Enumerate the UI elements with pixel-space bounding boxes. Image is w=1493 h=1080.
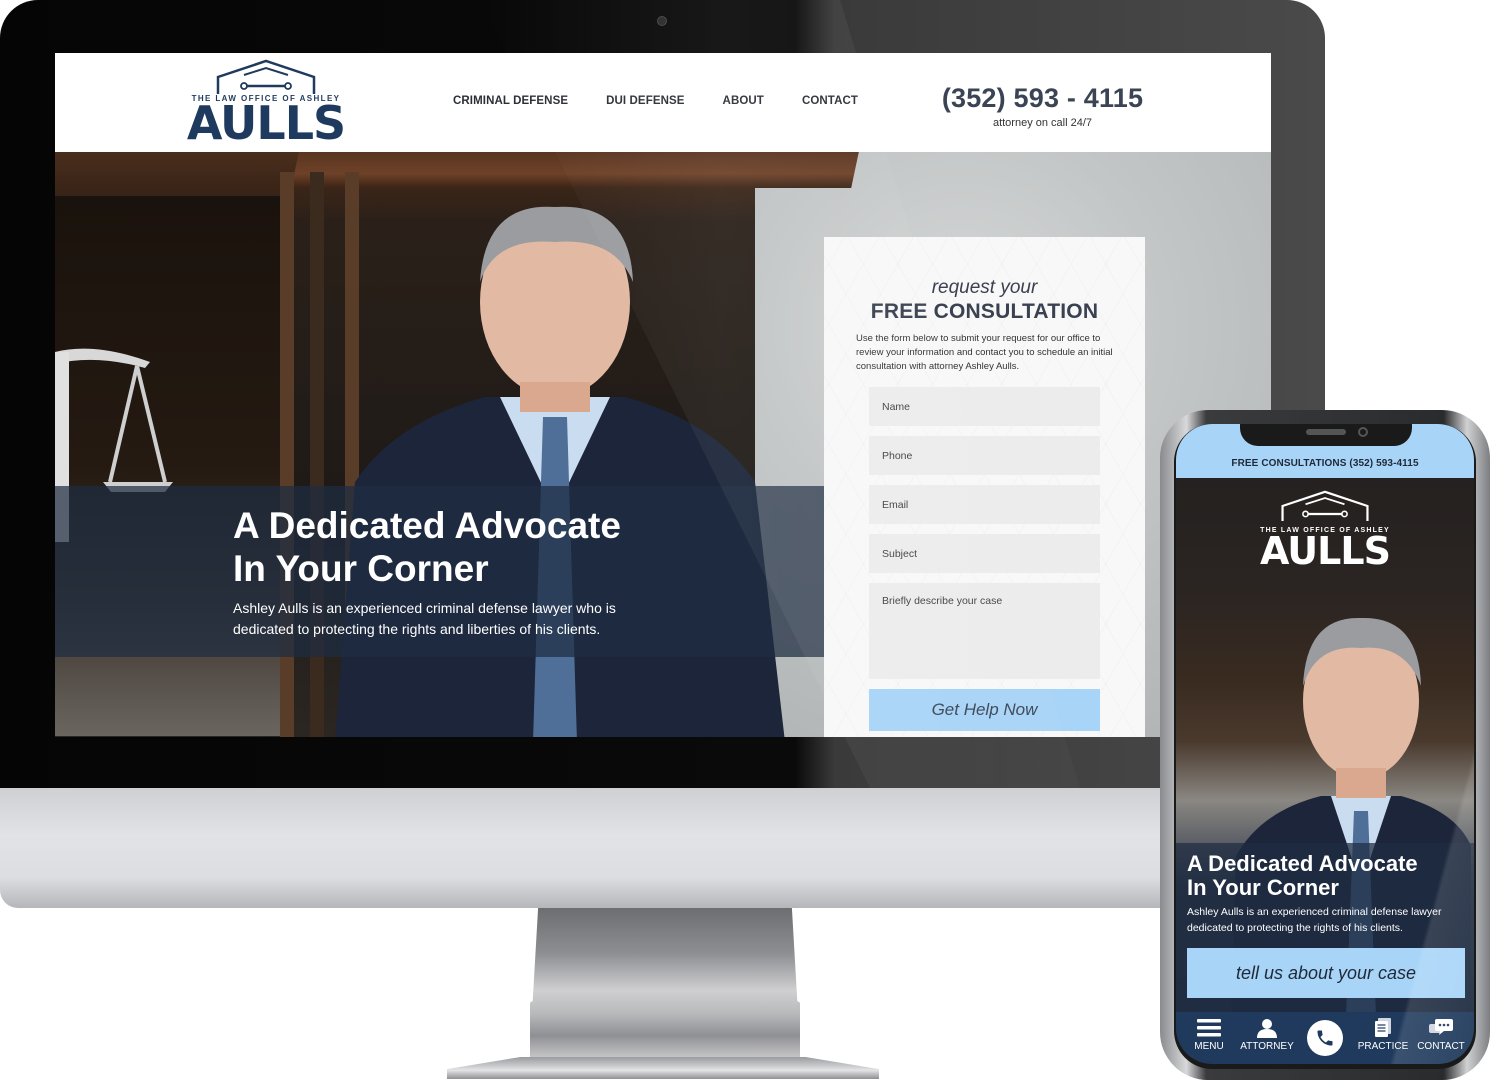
- camera-icon: [657, 16, 667, 26]
- mobile-nav-call[interactable]: [1296, 1018, 1354, 1056]
- front-camera-icon: [1358, 427, 1368, 437]
- main-nav: CRIMINAL DEFENSE DUI DEFENSE ABOUT CONTA…: [453, 95, 858, 107]
- mobile-nav-label: PRACTICE: [1357, 1041, 1409, 1052]
- mobile-nav-label: CONTACT: [1417, 1041, 1465, 1052]
- consultation-form: request your FREE CONSULTATION Use the f…: [824, 237, 1145, 737]
- nav-dui-defense[interactable]: DUI DEFENSE: [606, 95, 684, 107]
- mobile-nav-practice[interactable]: PRACTICE: [1354, 1018, 1412, 1052]
- mobile-bezel: FREE CONSULTATIONS (352) 593-4115 THE LA…: [1174, 424, 1476, 1069]
- monitor-chin: [0, 788, 1325, 908]
- desktop-screen: THE LAW OFFICE OF ASHLEY AULLS CRIMINAL …: [55, 53, 1271, 737]
- mobile-nav-attorney[interactable]: ATTORNEY: [1238, 1018, 1296, 1052]
- speaker-icon: [1306, 429, 1346, 435]
- header-phone: (352) 593 - 4115 attorney on call 24/7: [935, 83, 1150, 129]
- mobile-hero-title-line2: In Your Corner: [1187, 875, 1339, 900]
- mobile-bottom-nav: MENU ATTORNEY PRACTICE CONTACT: [1176, 1012, 1474, 1064]
- hero-title-line2: In Your Corner: [233, 548, 489, 589]
- mobile-nav-contact[interactable]: CONTACT: [1412, 1018, 1470, 1052]
- mobile-screen: FREE CONSULTATIONS (352) 593-4115 THE LA…: [1176, 424, 1474, 1064]
- phone-input[interactable]: [869, 436, 1100, 475]
- mobile-nav-menu[interactable]: MENU: [1180, 1018, 1238, 1052]
- form-fields: Get Help Now: [869, 387, 1100, 731]
- mobile-hero-description: Ashley Aulls is an experienced criminal …: [1187, 906, 1442, 934]
- hero-description: Ashley Aulls is an experienced criminal …: [233, 600, 616, 637]
- phone-notch: [1240, 424, 1412, 446]
- mobile-logo-name: AULLS: [1260, 529, 1391, 573]
- house-logo-icon: [1281, 490, 1369, 522]
- mobile-nav-label: ATTORNEY: [1240, 1041, 1294, 1052]
- form-description: Use the form below to submit your reques…: [856, 333, 1113, 372]
- nav-criminal-defense[interactable]: CRIMINAL DEFENSE: [453, 95, 568, 107]
- site-header: THE LAW OFFICE OF ASHLEY AULLS CRIMINAL …: [55, 53, 1271, 152]
- call-button[interactable]: [1307, 1020, 1343, 1056]
- email-input[interactable]: [869, 485, 1100, 524]
- mobile-nav-label: MENU: [1194, 1041, 1224, 1052]
- hero-title: A Dedicated Advocate In Your Corner: [233, 504, 673, 590]
- logo-name: AULLS: [186, 96, 346, 150]
- chat-icon: [1429, 1019, 1453, 1035]
- person-icon: [1257, 1019, 1277, 1038]
- subject-input[interactable]: [869, 534, 1100, 573]
- hero-title-line1: A Dedicated Advocate: [233, 505, 621, 546]
- monitor-stand: [530, 908, 800, 1058]
- phone-number-link[interactable]: (352) 593 - 4115: [935, 83, 1150, 114]
- logo[interactable]: THE LAW OFFICE OF ASHLEY AULLS: [181, 59, 351, 151]
- mobile-hero-title-line1: A Dedicated Advocate: [1187, 851, 1418, 876]
- case-description-textarea[interactable]: [869, 583, 1100, 679]
- mobile-logo[interactable]: THE LAW OFFICE OF ASHLEY AULLS: [1176, 490, 1474, 573]
- menu-icon: [1197, 1019, 1221, 1037]
- house-logo-icon: [216, 59, 316, 94]
- phone-icon: [1317, 1030, 1333, 1046]
- form-kicker: request your: [931, 277, 1038, 298]
- form-title: FREE CONSULTATION: [870, 300, 1099, 323]
- phone-subtitle: attorney on call 24/7: [992, 117, 1093, 129]
- mobile-device: FREE CONSULTATIONS (352) 593-4115 THE LA…: [1160, 410, 1490, 1080]
- monitor-stand-base: [447, 1057, 879, 1079]
- get-help-now-button[interactable]: Get Help Now: [869, 689, 1100, 731]
- nav-contact[interactable]: CONTACT: [802, 95, 858, 107]
- nav-about[interactable]: ABOUT: [723, 95, 764, 107]
- mobile-hero-title: A Dedicated Advocate In Your Corner: [1187, 852, 1467, 900]
- documents-icon: [1375, 1018, 1391, 1037]
- tell-us-about-your-case-button[interactable]: tell us about your case: [1187, 948, 1465, 998]
- name-input[interactable]: [869, 387, 1100, 426]
